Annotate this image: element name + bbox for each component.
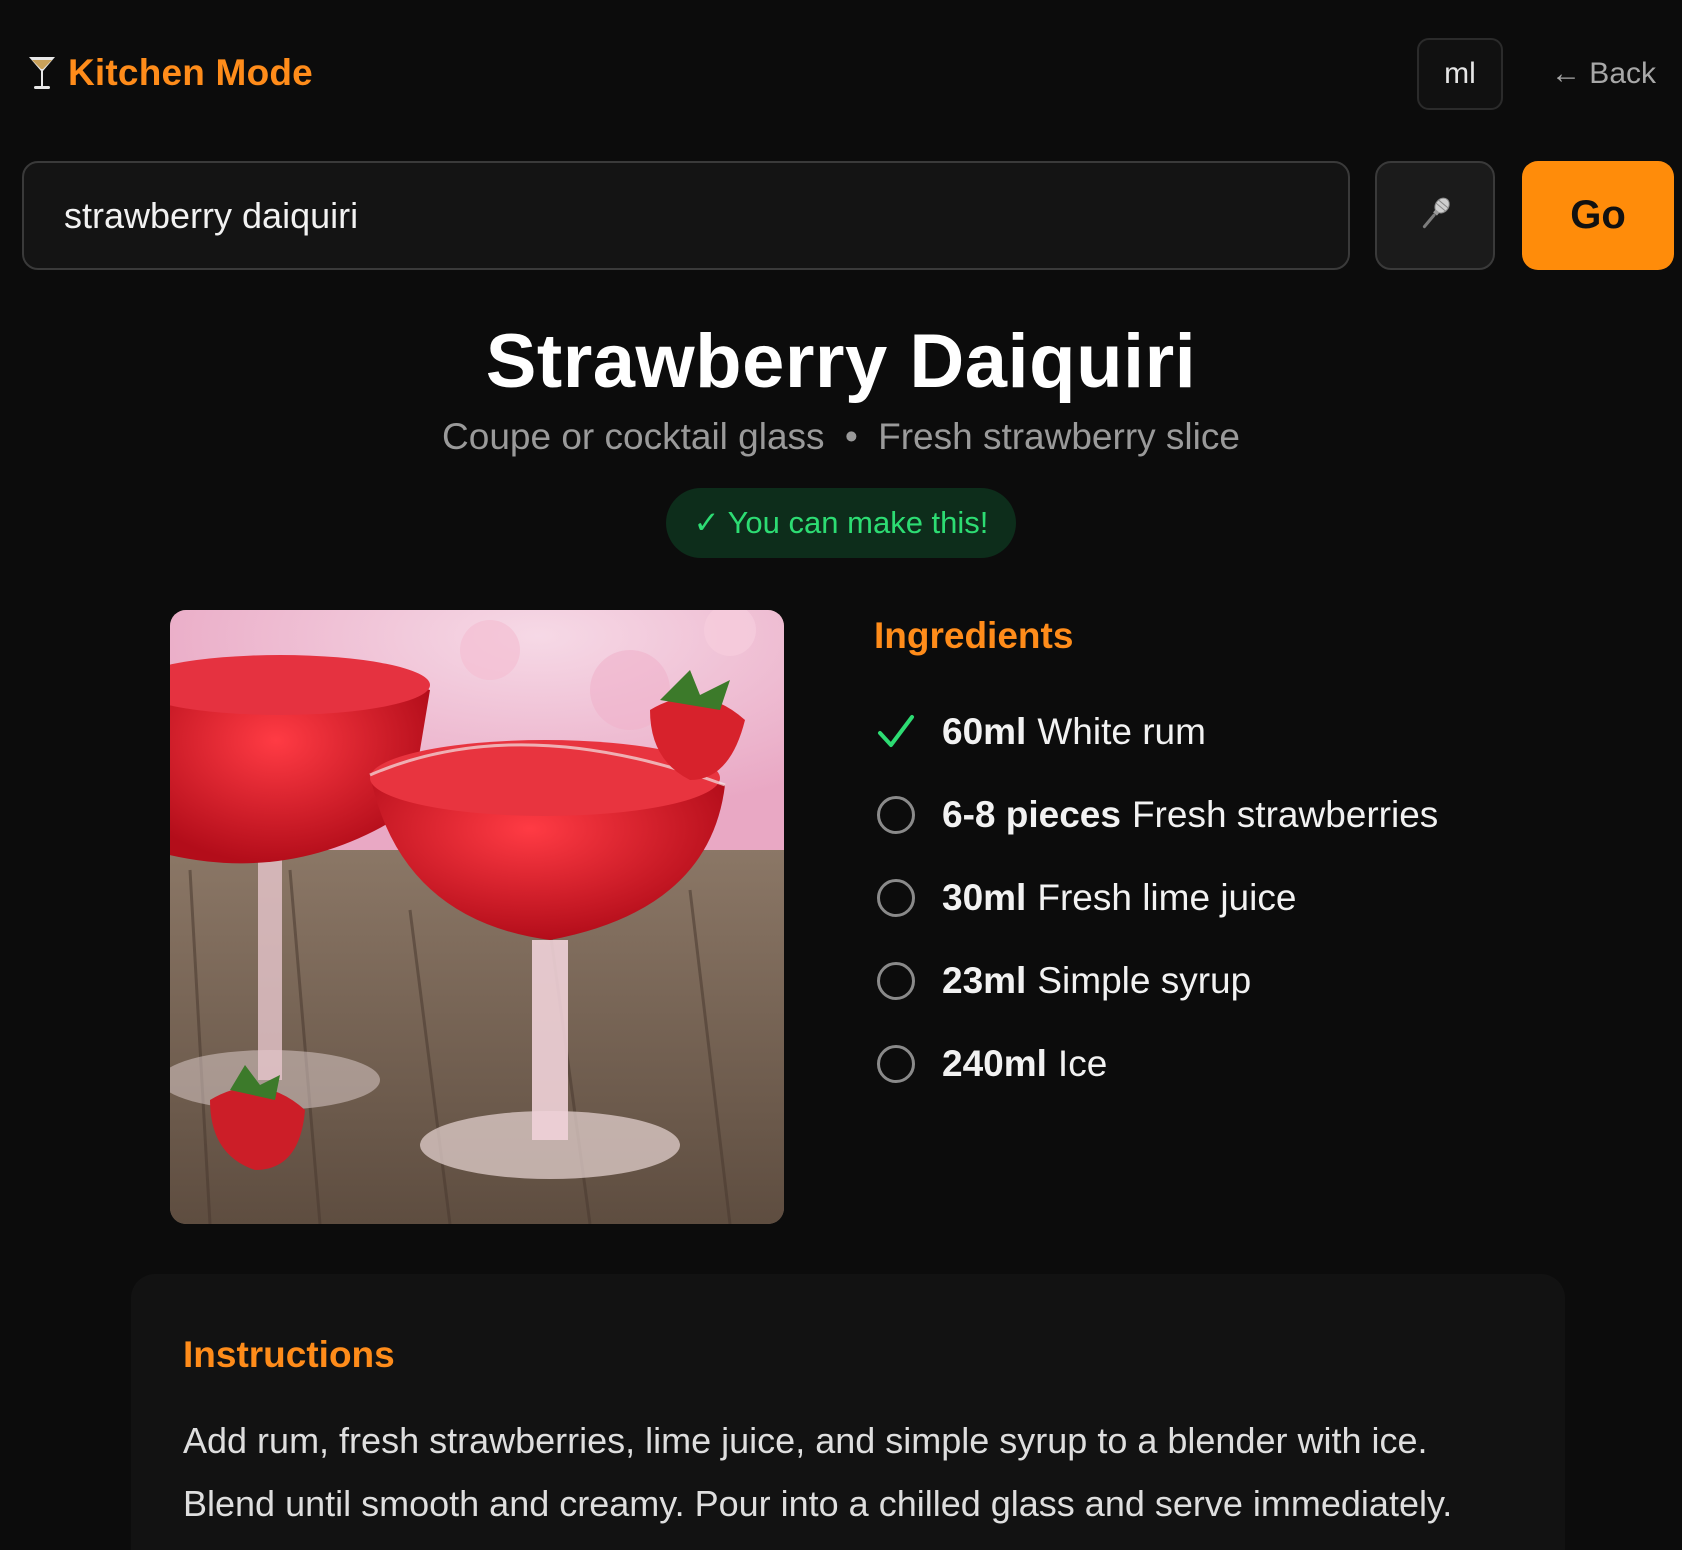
ingredient-name: White rum bbox=[1037, 710, 1206, 752]
unit-toggle-button[interactable]: ml bbox=[1417, 38, 1503, 110]
ingredient-item[interactable]: 23ml Simple syrup bbox=[874, 939, 1438, 1022]
recipe-title: Strawberry Daiquiri bbox=[485, 319, 1197, 404]
ingredient-name: Simple syrup bbox=[1037, 959, 1252, 1001]
ingredient-amount: 23ml bbox=[942, 959, 1027, 1001]
glass-type: Coupe or cocktail glass bbox=[442, 416, 825, 457]
ingredient-item[interactable]: 240ml Ice bbox=[874, 1022, 1438, 1105]
instructions-title: Instructions bbox=[183, 1334, 395, 1375]
instructions-card: Instructions Add rum, fresh strawberries… bbox=[131, 1274, 1565, 1550]
microphone-icon bbox=[1413, 192, 1457, 239]
microphone-button[interactable] bbox=[1375, 161, 1495, 270]
ingredient-name: Fresh lime juice bbox=[1037, 876, 1297, 918]
ingredient-item[interactable]: 30ml Fresh lime juice bbox=[874, 856, 1438, 939]
can-make-badge: ✓ You can make this! bbox=[665, 488, 1017, 558]
unchecked-circle-icon[interactable] bbox=[874, 876, 918, 920]
ingredient-amount: 30ml bbox=[942, 876, 1027, 918]
checkmark-icon[interactable] bbox=[874, 710, 918, 754]
recipe-subtitle: Coupe or cocktail glass • Fresh strawber… bbox=[0, 416, 1682, 458]
ingredient-amount: 60ml bbox=[942, 710, 1027, 752]
subtitle-separator: • bbox=[844, 416, 858, 457]
ingredient-name: Ice bbox=[1057, 1042, 1108, 1084]
search-input[interactable] bbox=[22, 161, 1350, 270]
unchecked-circle-icon[interactable] bbox=[874, 793, 918, 837]
kitchen-mode-page: Kitchen Mode ml ← Back Go Strawberry Dai… bbox=[0, 0, 1682, 1550]
unchecked-circle-icon[interactable] bbox=[874, 959, 918, 1003]
ingredient-item[interactable]: 60ml White rum bbox=[874, 690, 1438, 773]
back-button[interactable]: ← Back bbox=[1551, 38, 1656, 110]
header: Kitchen Mode ml ← Back bbox=[26, 38, 1656, 110]
ingredients-title: Ingredients bbox=[874, 615, 1074, 656]
cocktail-photo bbox=[170, 610, 784, 1224]
ingredients-list: 60ml White rum 6-8 pieces Fresh strawber… bbox=[874, 690, 1438, 1105]
brand-title: Kitchen Mode bbox=[68, 52, 313, 93]
ingredient-amount: 240ml bbox=[942, 1042, 1047, 1084]
unchecked-circle-icon[interactable] bbox=[874, 1042, 918, 1086]
garnish: Fresh strawberry slice bbox=[878, 416, 1240, 457]
badge-wrap: ✓ You can make this! bbox=[0, 488, 1682, 558]
ingredient-item[interactable]: 6-8 pieces Fresh strawberries bbox=[874, 773, 1438, 856]
ingredient-amount: 6-8 pieces bbox=[942, 793, 1121, 835]
brand: Kitchen Mode bbox=[26, 52, 313, 94]
go-button[interactable]: Go bbox=[1522, 161, 1674, 270]
ingredient-name: Fresh strawberries bbox=[1131, 793, 1439, 835]
instructions-text: Add rum, fresh strawberries, lime juice,… bbox=[183, 1420, 1453, 1524]
cocktail-glass-icon bbox=[26, 53, 58, 93]
